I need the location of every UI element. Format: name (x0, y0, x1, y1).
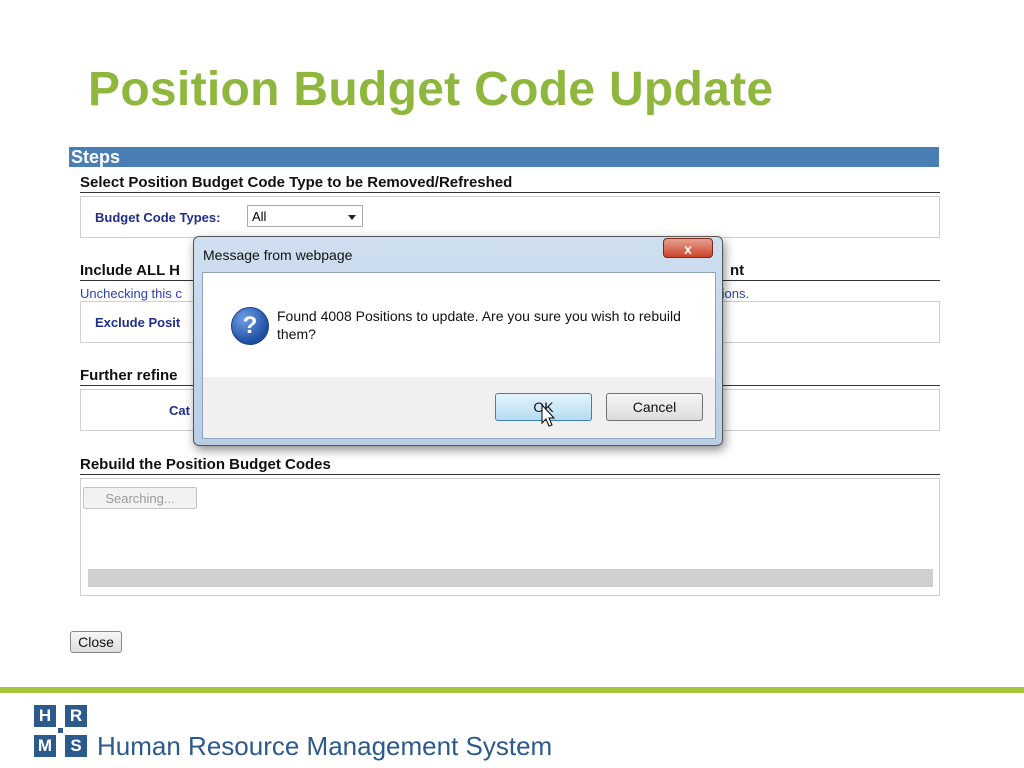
logo-letter-h: H (34, 705, 56, 727)
slide-title: Position Budget Code Update (88, 63, 774, 116)
rebuild-heading: Rebuild the Position Budget Codes (80, 456, 940, 475)
budget-code-types-label: Budget Code Types: (95, 210, 221, 225)
dialog-message: Found 4008 Positions to update. Are you … (277, 308, 681, 342)
searching-button[interactable]: Searching... (83, 487, 197, 509)
dropdown-arrow-icon (348, 215, 356, 220)
close-icon: x (684, 241, 692, 257)
category-label: Cat (169, 403, 190, 418)
logo-dot (58, 728, 63, 733)
steps-header: Steps (69, 147, 939, 167)
include-all-heading-tail: nt (730, 262, 745, 279)
close-button[interactable]: Close (70, 631, 122, 653)
mouse-pointer-icon (541, 404, 555, 427)
include-all-heading-text: Include ALL H (80, 262, 181, 279)
footer-divider (0, 687, 1024, 693)
logo-letter-s: S (65, 735, 87, 757)
rebuild-progress-bar (88, 569, 933, 587)
dialog-close-button[interactable]: x (663, 238, 713, 258)
budget-code-type-panel: Budget Code Types: (80, 196, 940, 238)
dialog-title: Message from webpage (203, 247, 353, 263)
confirm-dialog: Message from webpage x ? Found 4008 Posi… (193, 236, 723, 446)
logo-letter-r: R (65, 705, 87, 727)
exclude-positions-label[interactable]: Exclude Posit (95, 315, 180, 330)
budget-code-types-select[interactable]: All (247, 205, 363, 227)
logo-letter-m: M (34, 735, 56, 757)
budget-code-types-value: All (252, 209, 267, 224)
question-icon: ? (231, 307, 269, 345)
hrms-logo: H R M S (34, 705, 88, 757)
cancel-button[interactable]: Cancel (606, 393, 703, 421)
include-all-hint: Unchecking this c (80, 286, 182, 301)
section-budget-code-type-heading: Select Position Budget Code Type to be R… (80, 174, 940, 193)
brand-text: Human Resource Management System (97, 731, 553, 761)
